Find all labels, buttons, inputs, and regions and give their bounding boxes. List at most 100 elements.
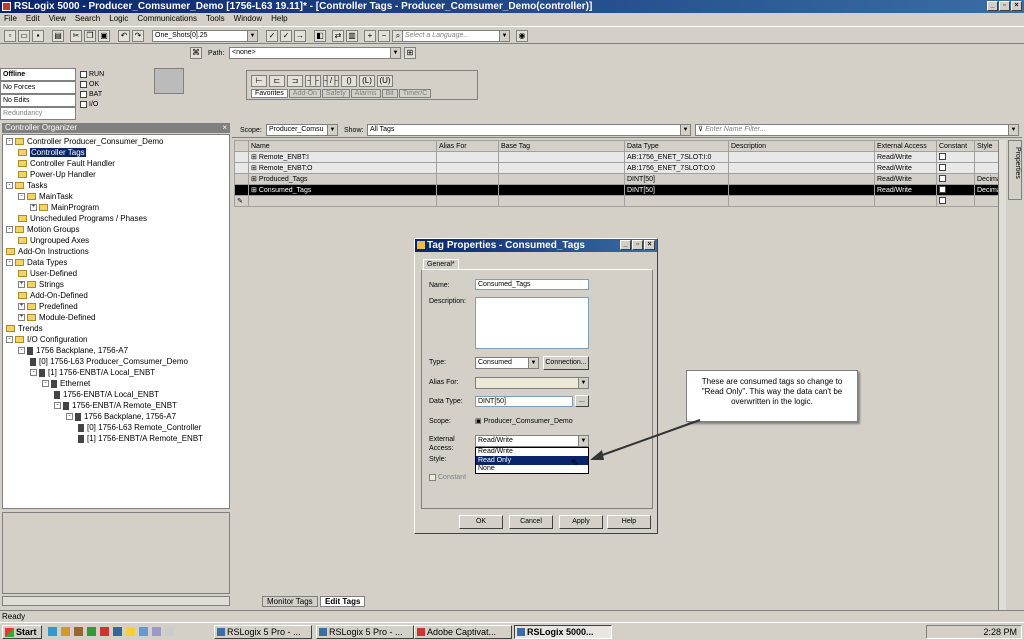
cell-data-type[interactable]: DINT[50]: [624, 184, 729, 196]
tree-item[interactable]: - 1756 Backplane, 1756-A7: [66, 412, 176, 422]
start-button[interactable]: Start: [2, 625, 42, 639]
collapse-icon[interactable]: -: [6, 259, 13, 267]
menu-tools[interactable]: Tools: [206, 13, 225, 24]
menu-window[interactable]: Window: [234, 13, 262, 24]
xic-icon[interactable]: ┤├: [305, 75, 321, 87]
taskbar-item-rslogix5-1[interactable]: RSLogix 5 Pro - ...: [214, 625, 312, 639]
properties-side-tab[interactable]: Properties: [1008, 140, 1022, 200]
show-combo[interactable]: All Tags ▼: [367, 124, 691, 136]
taskbar-item-captivate[interactable]: Adobe Captivat...: [414, 625, 512, 639]
cell-style[interactable]: Decima: [974, 184, 999, 196]
tag-search-combo[interactable]: One_Shots[0].25 ▼: [152, 30, 258, 42]
verify-all-icon[interactable]: ✓: [280, 30, 292, 42]
chevron-down-icon[interactable]: ▼: [247, 31, 257, 41]
cell-external-access[interactable]: Read/Write: [874, 184, 937, 196]
tree-item[interactable]: Trends: [6, 324, 43, 334]
zoom-in-icon[interactable]: +: [364, 30, 376, 42]
column-header-style[interactable]: Style: [974, 140, 999, 152]
close-button[interactable]: ×: [1011, 1, 1022, 11]
chevron-down-icon[interactable]: ▼: [528, 358, 538, 368]
collapse-icon[interactable]: -: [30, 369, 37, 377]
new-row-cell[interactable]: [874, 195, 937, 207]
new-row-cell[interactable]: [248, 195, 437, 207]
print-icon[interactable]: ▤: [52, 30, 64, 42]
external-access-combo[interactable]: Read/Write ▼: [475, 435, 589, 447]
tab-monitor-tags[interactable]: Monitor Tags: [262, 596, 318, 607]
new-row-cell[interactable]: [936, 195, 975, 207]
expand-icon[interactable]: +: [18, 314, 25, 322]
xio-icon[interactable]: ┤/├: [323, 75, 339, 87]
name-filter-input[interactable]: ⊽ Enter Name Filter... ▼: [695, 124, 1019, 136]
cell-description[interactable]: [728, 151, 875, 163]
collapse-icon[interactable]: -: [54, 402, 61, 410]
row-selector[interactable]: [234, 173, 249, 185]
expand-icon[interactable]: +: [18, 303, 25, 311]
restore-button[interactable]: ▫: [999, 1, 1010, 11]
menu-edit[interactable]: Edit: [26, 13, 40, 24]
ie-icon[interactable]: [48, 627, 57, 636]
table-row[interactable]: ⊞ Remote_ENBT:I AB:1756_ENET_7SLOT:I:0 Rea…: [234, 151, 999, 163]
tree-item[interactable]: + Module-Defined: [18, 313, 95, 323]
menu-file[interactable]: File: [4, 13, 17, 24]
help-button[interactable]: Help: [607, 515, 651, 529]
new-tag-row[interactable]: ✎: [234, 195, 999, 207]
cell-external-access[interactable]: Read/Write: [874, 151, 937, 163]
folder-icon[interactable]: [126, 627, 135, 636]
cell-alias[interactable]: [436, 173, 499, 185]
new-row-cell[interactable]: [498, 195, 625, 207]
app-icon[interactable]: [113, 627, 122, 636]
connection-button[interactable]: Connection...: [543, 356, 589, 370]
cell-constant[interactable]: [936, 151, 975, 163]
column-header-constant[interactable]: Constant: [936, 140, 975, 152]
path-icon[interactable]: ⌘: [190, 47, 202, 59]
zoom-out-icon[interactable]: −: [378, 30, 390, 42]
cell-style[interactable]: [974, 162, 999, 174]
chevron-down-icon[interactable]: ▼: [1008, 125, 1018, 135]
clock[interactable]: 2:28 PM: [983, 627, 1017, 637]
cell-base-tag[interactable]: [498, 173, 625, 185]
cell-alias[interactable]: [436, 162, 499, 174]
tree-item[interactable]: - Data Types: [6, 258, 67, 268]
app-icon[interactable]: [74, 627, 83, 636]
cell-name[interactable]: ⊞ Consumed_Tags: [248, 184, 437, 196]
close-icon[interactable]: ×: [222, 123, 227, 133]
tree-item[interactable]: Controller Fault Handler: [18, 159, 115, 169]
column-header-base-tag[interactable]: Base Tag: [498, 140, 625, 152]
tab-add-on[interactable]: Add-On: [288, 89, 321, 98]
type-combo[interactable]: Consumed ▼: [475, 357, 539, 369]
otu-icon[interactable]: (U): [377, 75, 393, 87]
collapse-icon[interactable]: -: [6, 182, 13, 190]
who-active-icon[interactable]: ⊞: [404, 47, 416, 59]
cell-external-access[interactable]: Read/Write: [874, 173, 937, 185]
expand-icon[interactable]: ⊞: [251, 165, 259, 172]
paste-icon[interactable]: ▣: [98, 30, 110, 42]
taskbar-item-rslogix5000[interactable]: RSLogix 5000...: [514, 625, 612, 639]
tree-item[interactable]: [0] 1756-L63 Producer_Comsumer_Demo: [30, 357, 188, 367]
tree-item[interactable]: + Predefined: [18, 302, 78, 312]
cell-constant[interactable]: [936, 162, 975, 174]
menu-logic[interactable]: Logic: [109, 13, 128, 24]
app-icon[interactable]: [139, 627, 148, 636]
cell-data-type[interactable]: DINT[50]: [624, 173, 729, 185]
tree-item[interactable]: + Strings: [18, 280, 64, 290]
cell-data-type[interactable]: AB:1756_ENET_7SLOT:O:0: [624, 162, 729, 174]
dialog-maximize-button[interactable]: ▫: [632, 240, 643, 250]
ok-button[interactable]: OK: [459, 515, 503, 529]
properties-icon[interactable]: ◧: [314, 30, 326, 42]
tree-item[interactable]: Controller Tags: [18, 148, 86, 158]
scope-combo[interactable]: Producer_Comsu ▼: [266, 124, 338, 136]
organizer-hscrollbar[interactable]: [2, 596, 230, 606]
chevron-down-icon[interactable]: ▼: [390, 48, 400, 58]
tree-item[interactable]: - 1756-ENBT/A Remote_ENBT: [54, 401, 177, 411]
table-row[interactable]: ⊞ Remote_ENBT:O AB:1756_ENET_7SLOT:O:0 Rea…: [234, 162, 999, 174]
language-combo[interactable]: Select a Language... ▼: [402, 30, 510, 42]
tree-item[interactable]: [1] 1756-ENBT/A Remote_ENBT: [78, 434, 203, 444]
tab-alarms[interactable]: Alarms: [350, 89, 381, 98]
crossref-icon[interactable]: ⇄: [332, 30, 344, 42]
data-type-input[interactable]: DINT[50]: [475, 396, 573, 407]
cell-base-tag[interactable]: [498, 151, 625, 163]
new-icon[interactable]: ▫: [4, 30, 16, 42]
goto-icon[interactable]: →: [294, 30, 306, 42]
collapse-icon[interactable]: -: [6, 336, 13, 344]
menu-communications[interactable]: Communications: [137, 13, 197, 24]
